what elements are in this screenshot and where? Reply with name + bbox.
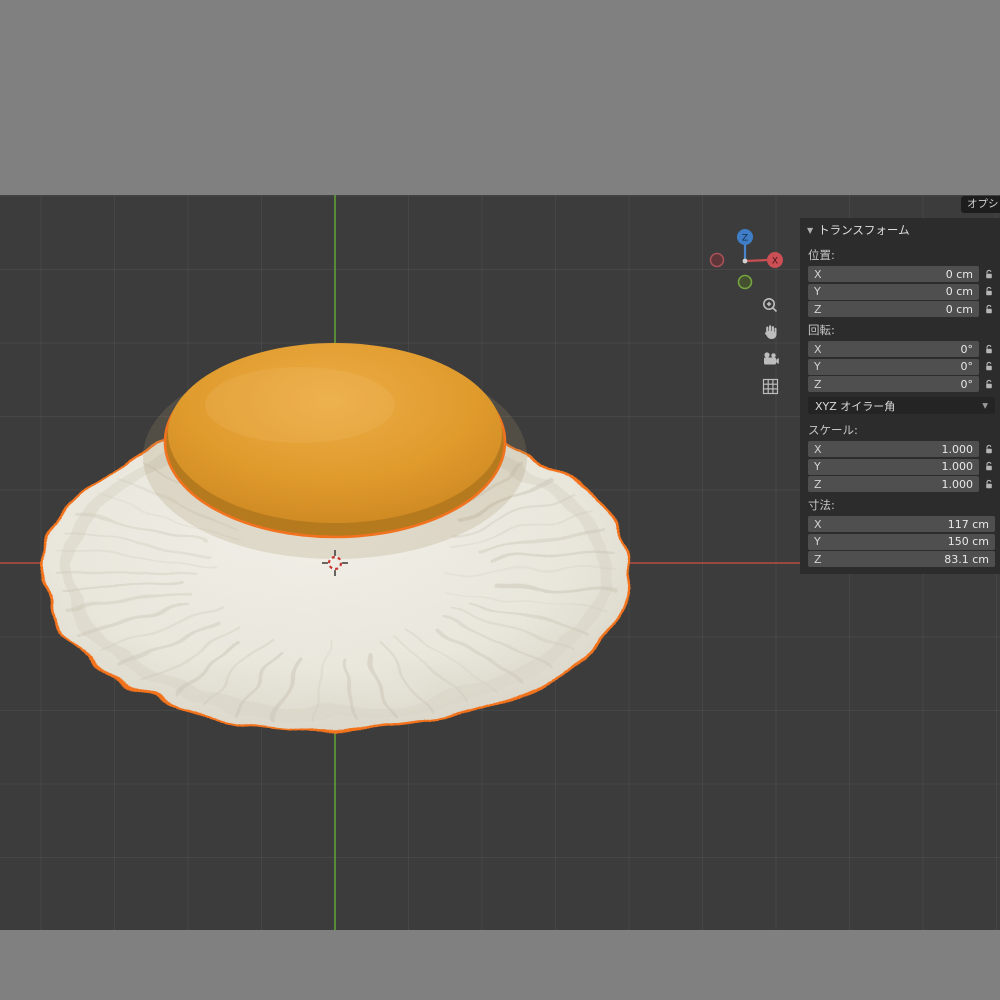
gizmo-y-ball[interactable] bbox=[737, 274, 753, 290]
letterbox-top bbox=[0, 0, 1000, 195]
axis-label: Y bbox=[814, 460, 821, 473]
scale-x-field[interactable]: X 1.000 bbox=[808, 441, 979, 457]
viewport-tools bbox=[758, 296, 782, 395]
location-x-field[interactable]: X 0 cm bbox=[808, 266, 979, 282]
rotation-mode-dropdown[interactable]: XYZ オイラー角 ▼ bbox=[808, 397, 995, 414]
axis-label: Z bbox=[814, 377, 822, 391]
field-value: 150 cm bbox=[947, 535, 989, 548]
scale-z-field[interactable]: Z 1.000 bbox=[808, 476, 979, 492]
gizmo-neg-x-ball[interactable] bbox=[709, 252, 725, 268]
grid-icon bbox=[762, 378, 778, 394]
dimensions-z-field[interactable]: Z 83.1 cm bbox=[808, 551, 995, 567]
field-value: 0 cm bbox=[945, 285, 973, 298]
axis-label: X bbox=[814, 267, 822, 281]
zoom-icon bbox=[763, 298, 778, 313]
field-value: 0° bbox=[960, 377, 974, 391]
rotation-z-row: Z 0° bbox=[808, 376, 995, 392]
options-button[interactable]: オプシ bbox=[961, 196, 1000, 213]
field-value: 0° bbox=[960, 342, 974, 356]
3d-viewport[interactable]: Z X オプシ ▼ トランスフォーム 位置: X 0 cm Y 0 cm Z 0… bbox=[0, 195, 1000, 930]
axis-label: Y bbox=[814, 535, 821, 548]
rotation-z-field[interactable]: Z 0° bbox=[808, 376, 979, 392]
grid-view-button[interactable] bbox=[761, 377, 779, 395]
yolk-highlight bbox=[205, 367, 395, 443]
lock-icon[interactable] bbox=[982, 479, 995, 490]
scale-label: スケール: bbox=[808, 423, 858, 437]
hand-icon bbox=[764, 325, 777, 339]
location-y-field[interactable]: Y 0 cm bbox=[808, 283, 979, 300]
lock-icon[interactable] bbox=[982, 304, 995, 315]
field-value: 1.000 bbox=[941, 460, 974, 473]
scale-x-row: X 1.000 bbox=[808, 441, 995, 457]
transform-panel: ▼ トランスフォーム 位置: X 0 cm Y 0 cm Z 0 cm 回転: … bbox=[800, 218, 1000, 574]
lock-icon[interactable] bbox=[982, 269, 995, 280]
dimensions-x-row: X 117 cm bbox=[808, 516, 995, 532]
axis-label: Y bbox=[814, 285, 821, 298]
lock-icon[interactable] bbox=[982, 361, 995, 372]
scale-z-row: Z 1.000 bbox=[808, 476, 995, 492]
rotation-x-row: X 0° bbox=[808, 341, 995, 357]
rotation-mode-value: XYZ オイラー角 bbox=[815, 399, 896, 413]
zoom-tool-button[interactable] bbox=[761, 296, 779, 314]
panel-title: トランスフォーム bbox=[818, 223, 910, 237]
location-x-row: X 0 cm bbox=[808, 266, 995, 282]
lock-icon[interactable] bbox=[982, 379, 995, 390]
field-value: 83.1 cm bbox=[944, 552, 989, 566]
location-label: 位置: bbox=[808, 248, 835, 262]
lock-icon[interactable] bbox=[982, 461, 995, 472]
rotation-label: 回転: bbox=[808, 323, 835, 337]
3d-cursor bbox=[322, 550, 348, 576]
gizmo-center-dot bbox=[742, 258, 748, 264]
scale-y-row: Y 1.000 bbox=[808, 458, 995, 475]
axis-label: X bbox=[814, 517, 822, 531]
rotation-x-field[interactable]: X 0° bbox=[808, 341, 979, 357]
location-z-row: Z 0 cm bbox=[808, 301, 995, 317]
lock-icon[interactable] bbox=[982, 444, 995, 455]
gizmo-z-label: Z bbox=[742, 234, 748, 244]
dimensions-y-row: Y 150 cm bbox=[808, 533, 995, 550]
rotation-y-row: Y 0° bbox=[808, 358, 995, 375]
axis-label: Z bbox=[814, 477, 822, 491]
rotation-y-field[interactable]: Y 0° bbox=[808, 358, 979, 375]
gizmo-x-line bbox=[744, 258, 769, 263]
field-value: 0 cm bbox=[945, 302, 973, 316]
pan-tool-button[interactable] bbox=[761, 323, 779, 341]
field-value: 0° bbox=[960, 360, 974, 373]
camera-view-button[interactable] bbox=[761, 350, 779, 368]
chevron-down-icon: ▼ bbox=[807, 225, 814, 235]
axis-label: Z bbox=[814, 552, 822, 566]
transform-panel-header[interactable]: ▼ トランスフォーム bbox=[800, 218, 1000, 242]
navigation-gizmo[interactable]: Z X bbox=[705, 220, 790, 298]
camera-icon bbox=[764, 352, 779, 365]
dimensions-label: 寸法: bbox=[808, 498, 835, 512]
field-value: 0 cm bbox=[945, 267, 973, 281]
scale-y-field[interactable]: Y 1.000 bbox=[808, 458, 979, 475]
dimensions-x-field[interactable]: X 117 cm bbox=[808, 516, 995, 532]
lock-icon[interactable] bbox=[982, 286, 995, 297]
location-z-field[interactable]: Z 0 cm bbox=[808, 301, 979, 317]
gizmo-x-label: X bbox=[772, 257, 778, 267]
axis-label: X bbox=[814, 342, 822, 356]
chevron-down-icon: ▼ bbox=[982, 401, 988, 410]
axis-label: X bbox=[814, 442, 822, 456]
letterbox-bottom bbox=[0, 930, 1000, 1000]
location-y-row: Y 0 cm bbox=[808, 283, 995, 300]
field-value: 117 cm bbox=[947, 517, 989, 531]
dimensions-z-row: Z 83.1 cm bbox=[808, 551, 995, 567]
field-value: 1.000 bbox=[941, 442, 974, 456]
axis-label: Y bbox=[814, 360, 821, 373]
lock-icon[interactable] bbox=[982, 344, 995, 355]
field-value: 1.000 bbox=[941, 477, 974, 491]
axis-label: Z bbox=[814, 302, 822, 316]
dimensions-y-field[interactable]: Y 150 cm bbox=[808, 533, 995, 550]
